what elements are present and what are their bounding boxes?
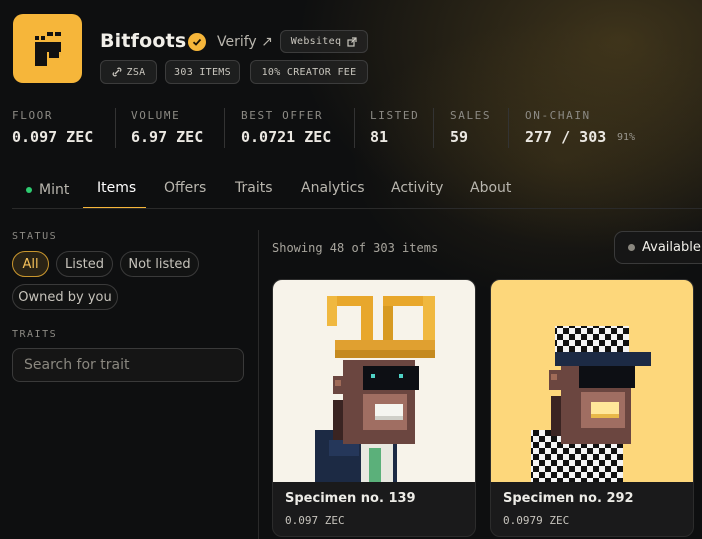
stat-value-on-chain: 277 / 303 (525, 128, 607, 146)
tab-about[interactable]: About (470, 180, 511, 196)
item-price: 0.097 ZEC (285, 514, 345, 527)
collection-title: Bitfoots (100, 30, 187, 52)
stat-divider (115, 108, 116, 148)
status-filter-all[interactable]: All (12, 251, 49, 277)
tab-analytics[interactable]: Analytics (301, 180, 365, 196)
verified-badge-icon (188, 33, 206, 51)
status-dot-icon (628, 244, 635, 251)
verify-link[interactable]: Verify ↗ (217, 34, 273, 50)
status-filter-not-listed[interactable]: Not listed (120, 251, 199, 277)
stat-value-best-offer: 0.0721 ZEC (241, 128, 332, 146)
stat-value-listed: 81 (370, 128, 389, 146)
creator-fee-chip: 10% CREATOR FEE (250, 60, 368, 84)
status-filter-owned[interactable]: Owned by you (12, 284, 118, 310)
stat-value-volume: 6.97 ZEC (131, 128, 204, 146)
stat-divider (433, 108, 434, 148)
stat-label-floor: FLOOR (12, 109, 54, 122)
status-filter-listed[interactable]: Listed (56, 251, 113, 277)
item-name: Specimen no. 292 (503, 491, 634, 506)
sidebar-divider (258, 230, 259, 539)
website-button[interactable]: Websiteq (280, 30, 368, 53)
status-section-label: STATUS (12, 231, 58, 242)
trait-search-input[interactable] (12, 348, 244, 382)
item-price: 0.0979 ZEC (503, 514, 570, 527)
chip-label: 10% CREATOR FEE (261, 66, 357, 78)
nft-card[interactable]: Specimen no. 292 0.0979 ZEC (490, 279, 694, 537)
on-chain-percent: 91% (617, 132, 636, 143)
tab-mint[interactable]: Mint (26, 182, 69, 198)
stat-divider (224, 108, 225, 148)
foot-logo-icon (34, 31, 61, 66)
tab-mint-label: Mint (39, 182, 70, 198)
stat-value-floor: 0.097 ZEC (12, 128, 94, 146)
stat-divider (508, 108, 509, 148)
nft-artwork-image (491, 280, 693, 482)
stat-label-on-chain: ON-CHAIN (525, 109, 591, 122)
tab-offers[interactable]: Offers (164, 180, 206, 196)
stat-label-best-offer: BEST OFFER (241, 109, 324, 122)
nft-card[interactable]: Specimen no. 139 0.097 ZEC (272, 279, 476, 537)
stat-value-sales: 59 (450, 128, 469, 146)
tabs-divider (12, 208, 702, 209)
live-dot-icon (26, 187, 32, 193)
availability-label: Available (642, 240, 701, 255)
traits-section-label: TRAITS (12, 329, 58, 340)
nft-artwork-image (273, 280, 475, 482)
item-name: Specimen no. 139 (285, 491, 416, 506)
availability-dropdown[interactable]: Available (614, 231, 702, 264)
tab-items[interactable]: Items (97, 180, 136, 196)
zsa-chip: ZSA (100, 60, 157, 84)
tab-traits[interactable]: Traits (235, 180, 273, 196)
tab-activity[interactable]: Activity (391, 180, 443, 196)
chip-label: ZSA (126, 66, 146, 78)
items-count-chip: 303 ITEMS (165, 60, 240, 84)
website-label: Websiteq (290, 36, 342, 47)
stat-label-listed: LISTED (370, 109, 420, 122)
collection-logo (13, 14, 82, 83)
stat-label-sales: SALES (450, 109, 492, 122)
link-icon (112, 67, 121, 77)
stat-divider (354, 108, 355, 148)
chip-label: 303 ITEMS (174, 66, 231, 78)
results-count: Showing 48 of 303 items (272, 241, 439, 255)
stat-label-volume: VOLUME (131, 109, 181, 122)
external-link-icon (347, 36, 357, 47)
